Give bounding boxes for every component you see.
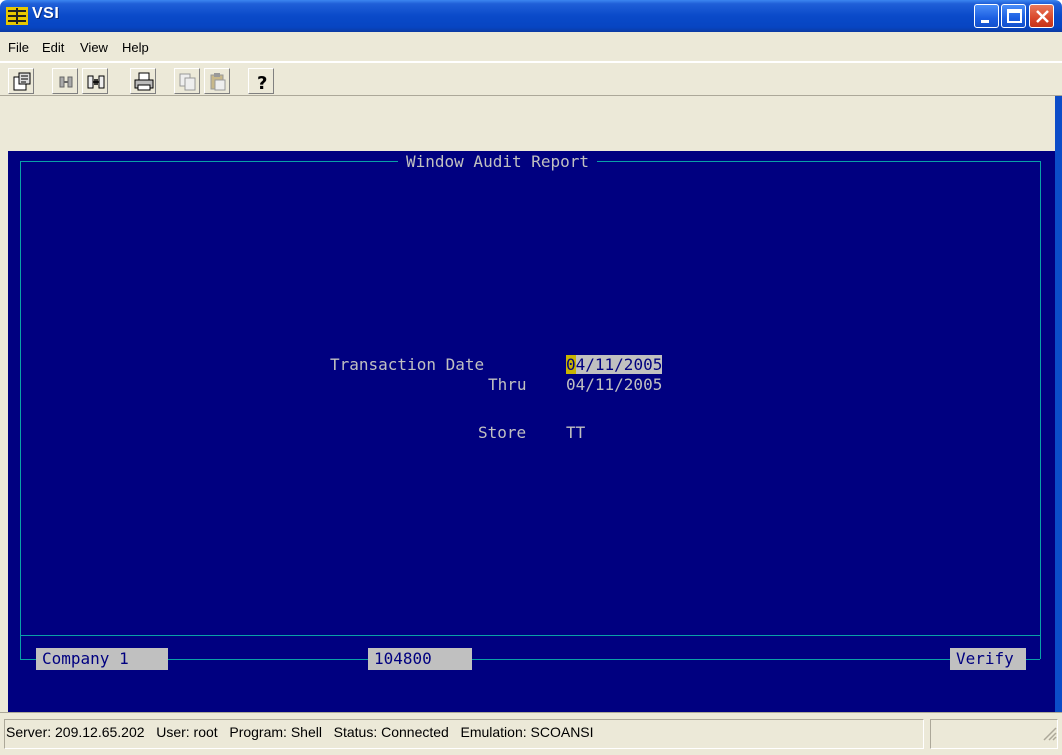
- title-bar[interactable]: VSI: [0, 0, 1062, 32]
- status-text: Server: 209.12.65.202 User: root Program…: [6, 724, 594, 740]
- help-button[interactable]: ?: [248, 68, 274, 94]
- status-connection: Status: Connected: [333, 724, 449, 740]
- minimize-icon: [981, 20, 989, 23]
- frame-right-border: [1040, 161, 1041, 659]
- toolbar-gap: [8, 96, 1055, 151]
- store-label: Store: [478, 423, 527, 442]
- frame-bottom-border: [20, 659, 1040, 660]
- maximize-icon: [1007, 9, 1022, 23]
- menu-edit[interactable]: Edit: [42, 40, 64, 55]
- verify-tag[interactable]: Verify: [950, 648, 1026, 670]
- disconnect-button[interactable]: [52, 68, 78, 94]
- help-icon: ?: [257, 73, 267, 92]
- vsi-window: VSI File Edit View Help ? Window Audit R…: [0, 0, 1062, 755]
- window-edge-left: [0, 96, 8, 712]
- maximize-button[interactable]: [1001, 4, 1026, 28]
- report-title: Window Audit Report: [398, 153, 598, 171]
- disconnect-icon: [59, 76, 73, 88]
- code-tag: 104800: [368, 648, 472, 670]
- company-tag: Company 1: [36, 648, 168, 670]
- menu-help[interactable]: Help: [122, 40, 149, 55]
- terminal-screen[interactable]: Window Audit Report Transaction Date 04/…: [8, 151, 1055, 712]
- status-bar: Server: 209.12.65.202 User: root Program…: [0, 712, 1062, 755]
- menu-file[interactable]: File: [8, 40, 29, 55]
- status-user: User: root: [156, 724, 218, 740]
- thru-label: Thru: [488, 375, 527, 394]
- paste-icon: [210, 73, 226, 91]
- paste-button[interactable]: [204, 68, 230, 94]
- status-program: Program: Shell: [229, 724, 322, 740]
- window-title: VSI: [32, 5, 60, 22]
- svg-text:?: ?: [257, 73, 267, 92]
- connect-icon: [87, 75, 105, 89]
- transaction-date-label: Transaction Date: [330, 355, 485, 374]
- vsi-app-icon: [6, 7, 28, 25]
- print-button[interactable]: [130, 68, 156, 94]
- properties-icon: [13, 72, 31, 91]
- minimize-button[interactable]: [974, 4, 999, 28]
- close-icon: [1036, 10, 1049, 23]
- resize-grip-icon[interactable]: [1040, 724, 1058, 742]
- connect-button[interactable]: [82, 68, 108, 94]
- transaction-date-field[interactable]: 04/11/2005: [566, 355, 663, 374]
- toolbar: ?: [0, 62, 1062, 96]
- frame-divider: [20, 635, 1040, 636]
- status-server: Server: 209.12.65.202: [6, 724, 145, 740]
- copy-button[interactable]: [174, 68, 200, 94]
- copy-icon: [179, 73, 196, 91]
- transaction-date-value: 4/11/2005: [575, 355, 663, 374]
- close-button[interactable]: [1029, 4, 1054, 28]
- store-value[interactable]: TT: [566, 424, 585, 442]
- thru-value[interactable]: 04/11/2005: [566, 376, 662, 394]
- menu-view[interactable]: View: [80, 40, 108, 55]
- status-emulation: Emulation: SCOANSI: [460, 724, 594, 740]
- properties-button[interactable]: [8, 68, 34, 94]
- print-icon: [134, 72, 154, 91]
- status-pane-secondary: [930, 719, 1058, 749]
- text-cursor: 0: [566, 355, 576, 374]
- menu-bar: File Edit View Help: [0, 32, 1062, 62]
- window-edge-right: [1055, 96, 1062, 712]
- frame-left-border: [20, 161, 21, 659]
